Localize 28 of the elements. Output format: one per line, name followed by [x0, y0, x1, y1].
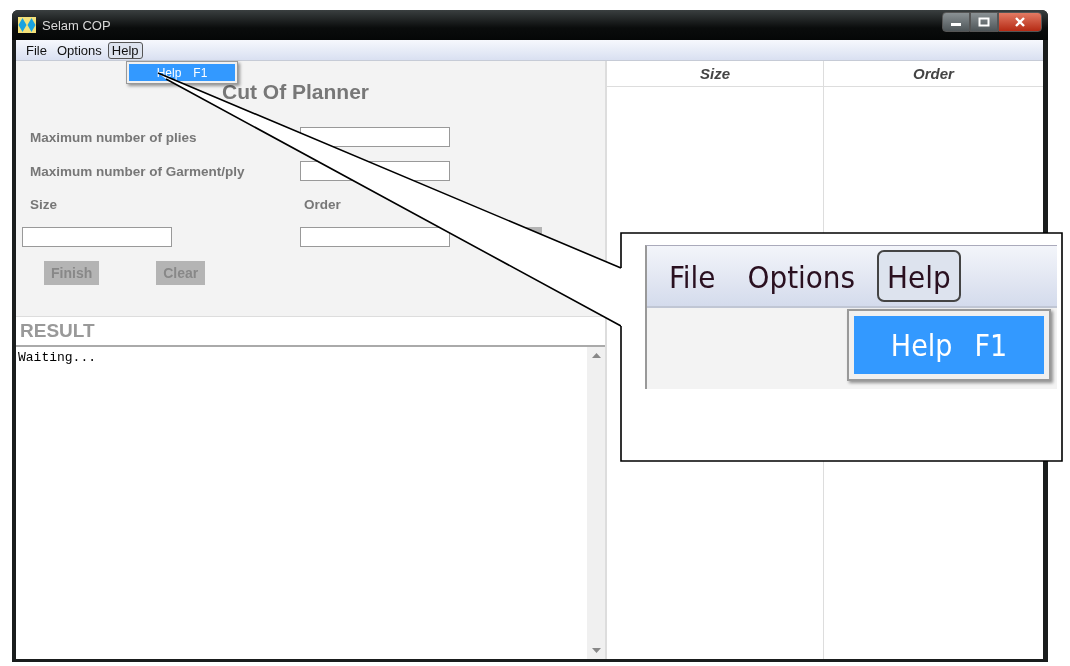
scroll-up-icon[interactable]	[591, 353, 601, 358]
menu-item[interactable]: Help	[107, 41, 143, 59]
input-field[interactable]	[22, 227, 172, 247]
menu-item[interactable]: Options	[52, 41, 106, 59]
section-heading: RESULT	[20, 321, 95, 341]
menu-item[interactable]: File	[22, 41, 51, 59]
maximize-icon	[978, 17, 990, 27]
field-label: Maximum number of Garment/ply	[29, 163, 245, 179]
scrollbar[interactable]	[587, 347, 605, 659]
input-field[interactable]	[300, 127, 450, 147]
column-header[interactable]: Size	[607, 61, 823, 87]
scroll-down-icon[interactable]	[591, 648, 601, 653]
close-button[interactable]	[998, 12, 1042, 32]
menu-item[interactable]: Options	[737, 250, 866, 302]
maximize-button[interactable]	[970, 12, 998, 32]
app-logo-icon	[18, 17, 36, 33]
result-text: Waiting...	[18, 350, 96, 365]
close-icon	[1014, 17, 1026, 27]
field-label: Order	[303, 196, 341, 212]
input-field[interactable]	[300, 227, 450, 247]
menu-item[interactable]: File	[659, 250, 726, 302]
menu-item[interactable]: Help	[877, 250, 961, 302]
field-label: Maximum number of plies	[29, 129, 197, 145]
field-label: Size	[29, 196, 57, 212]
form-title: Cut Of Planner	[221, 79, 369, 105]
column-header[interactable]: Order	[824, 61, 1043, 87]
window-title: Selam COP	[42, 17, 111, 33]
minimize-button[interactable]	[942, 12, 970, 32]
